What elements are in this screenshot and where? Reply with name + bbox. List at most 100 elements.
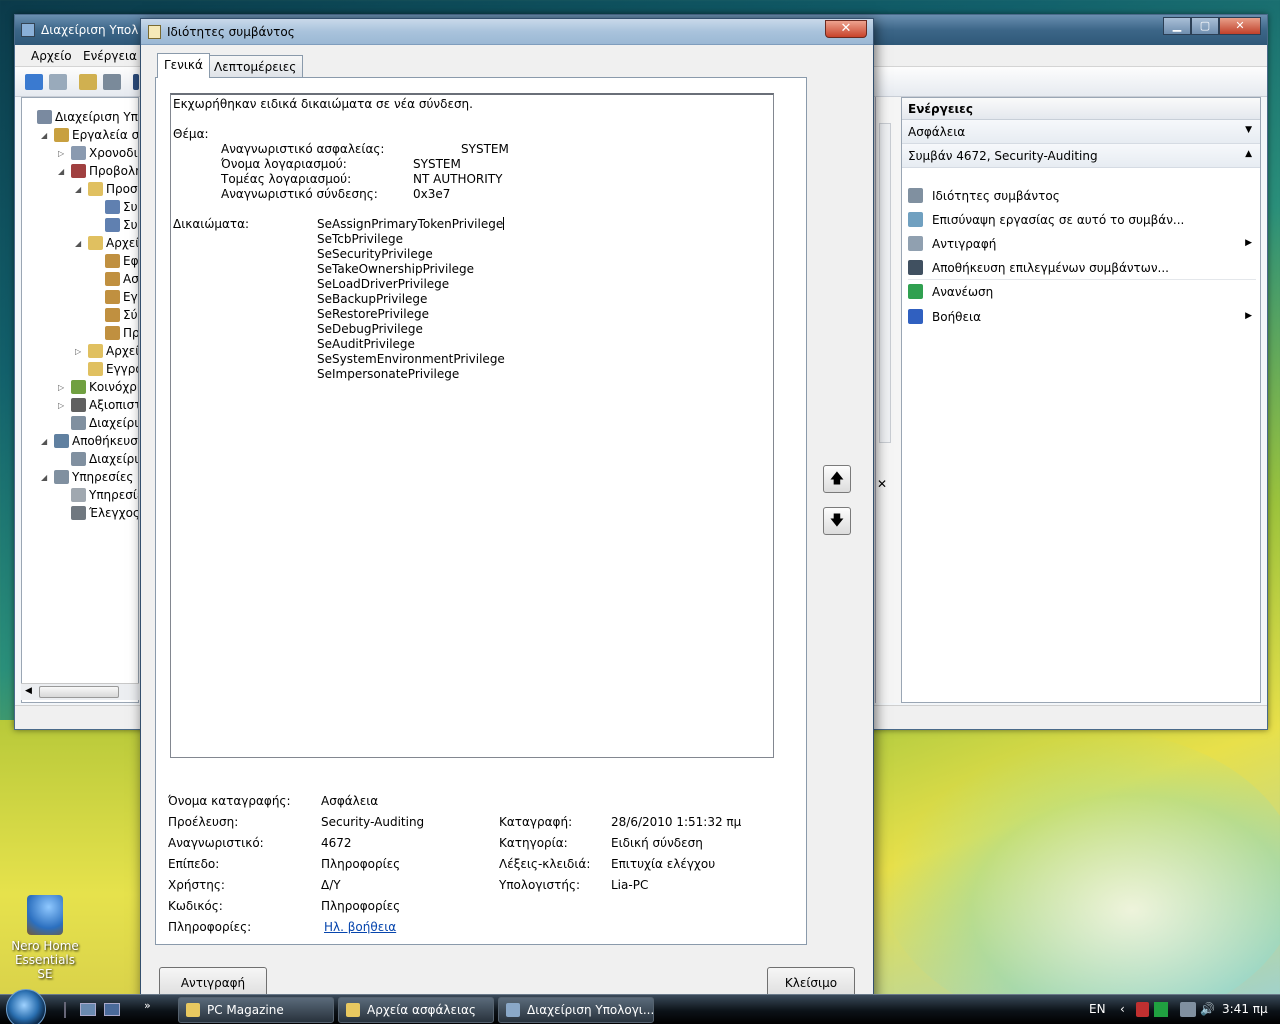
tray-expand-icon[interactable]: ‹	[1120, 995, 1125, 1024]
results-pane-edge: ✕	[875, 97, 901, 703]
tree-item[interactable]: Σύ	[92, 306, 138, 324]
tree-item[interactable]: Εγγρα	[75, 360, 138, 378]
expand-toggle-icon[interactable]: ◢	[41, 131, 51, 140]
tree-item[interactable]: ▷ Αρχεία	[75, 342, 138, 360]
expand-toggle-icon[interactable]: ◢	[41, 437, 51, 446]
source-label: Προέλευση:	[168, 815, 239, 829]
action-item[interactable]: Επισύναψη εργασίας σε αυτό το συμβάν...	[902, 208, 1260, 232]
taskbar-button[interactable]: Αρχεία ασφάλειας	[338, 997, 494, 1023]
user-value: Δ/Υ	[321, 878, 341, 892]
switch-windows-icon[interactable]	[104, 1003, 120, 1016]
tree-item[interactable]: ◢ Υπηρεσίες κα	[41, 468, 138, 486]
collapse-up-icon[interactable]: ▲	[1245, 149, 1252, 159]
collapse-down-icon[interactable]: ▼	[1245, 125, 1252, 135]
actions-section-security[interactable]: Ασφάλεια ▼	[902, 120, 1260, 144]
toolbar-icon[interactable]	[133, 74, 139, 90]
up-folder-icon[interactable]	[79, 74, 97, 90]
tree-node-icon	[88, 344, 103, 358]
tree-node-icon	[71, 380, 86, 394]
forward-icon[interactable]	[49, 74, 67, 90]
security-shield-icon[interactable]	[1136, 1002, 1149, 1017]
tree-item[interactable]: Διαχείριση Υπολ	[24, 108, 138, 126]
tab-general[interactable]: Γενικά	[157, 53, 210, 78]
tree-item[interactable]: Έλεγχος ο	[58, 504, 138, 522]
taskbar-button[interactable]: PC Magazine	[178, 997, 334, 1023]
back-icon[interactable]	[25, 74, 43, 90]
show-hide-tree-icon[interactable]	[103, 74, 121, 90]
tree-item[interactable]: Εγ	[92, 288, 138, 306]
expand-toggle-icon[interactable]: ◢	[41, 473, 51, 482]
tray-app-icon[interactable]	[1154, 1002, 1168, 1017]
start-button[interactable]	[6, 989, 46, 1024]
tab-details[interactable]: Λεπτομέρειες	[207, 55, 304, 77]
quicklaunch-overflow-icon[interactable]: »	[144, 999, 151, 1012]
next-event-button[interactable]: 🡇	[823, 507, 851, 535]
level-value: Πληροφορίες	[321, 857, 401, 871]
category-label: Κατηγορία:	[499, 836, 568, 850]
expand-toggle-icon[interactable]: ◢	[75, 239, 85, 248]
tree-item-label: Χρονοδιά	[89, 146, 138, 160]
volume-icon[interactable]: 🔊	[1200, 995, 1215, 1024]
action-item[interactable]: Βοήθεια ▶	[902, 305, 1260, 329]
computer-management-icon	[506, 1003, 520, 1017]
tree-item[interactable]: ◢ Αρχεία	[75, 234, 138, 252]
tree-item[interactable]: ◢ Προσα	[75, 180, 138, 198]
close-icon[interactable]: ✕	[1219, 17, 1261, 35]
network-icon[interactable]	[1180, 1002, 1196, 1017]
action-item[interactable]: Αποθήκευση επιλεγμένων συμβάντων...	[902, 256, 1260, 280]
desktop-icon-nero[interactable]: Nero Home Essentials SE	[10, 895, 80, 981]
close-pane-icon[interactable]: ✕	[877, 477, 887, 491]
previous-event-button[interactable]: 🡅	[823, 465, 851, 493]
expand-toggle-icon[interactable]: ▷	[58, 401, 68, 410]
source-value: Security-Auditing	[321, 815, 425, 829]
tree-item[interactable]: ▷ Αξιοπιστ	[58, 396, 138, 414]
scroll-thumb[interactable]	[39, 686, 119, 698]
expand-toggle-icon[interactable]: ▷	[58, 383, 68, 392]
mmc-title: Διαχείριση Υπολ	[41, 23, 139, 37]
tree-node-icon	[105, 200, 120, 214]
taskbar-button[interactable]: Διαχείριση Υπολογι...	[498, 997, 654, 1023]
tree-item[interactable]: Υπηρεσίε	[58, 486, 138, 504]
tree-item[interactable]: Συ	[92, 216, 138, 234]
submenu-arrow-icon: ▶	[1245, 238, 1252, 248]
action-item[interactable]: Ιδιότητες συμβάντος	[902, 184, 1260, 208]
actions-pane: Ενέργειες Ασφάλεια ▼ Συμβάν 4672, Securi…	[901, 97, 1261, 703]
expand-toggle-icon[interactable]: ◢	[58, 167, 68, 176]
expand-toggle-icon[interactable]: ◢	[75, 185, 85, 194]
tree-item[interactable]: Εφ	[92, 252, 138, 270]
event-description-box[interactable]: Εκχωρήθηκαν ειδικά δικαιώματα σε νέα σύν…	[170, 93, 774, 758]
tree-horizontal-scrollbar[interactable]: ◀	[21, 683, 139, 700]
tree-item[interactable]: Συ	[92, 198, 138, 216]
actions-section-event[interactable]: Συμβάν 4672, Security-Auditing ▲	[902, 144, 1260, 168]
tree-item[interactable]: Διαχείρισ	[58, 414, 138, 432]
expand-toggle-icon[interactable]: ▷	[75, 347, 85, 356]
language-indicator[interactable]: EN	[1089, 995, 1106, 1024]
tree-item[interactable]: ◢ Προβολή	[58, 162, 138, 180]
privilege-item: SeTcbPrivilege	[317, 232, 403, 246]
menu-file[interactable]: Αρχείο	[31, 49, 72, 63]
tree-item[interactable]: ◢ Αποθήκευση	[41, 432, 138, 450]
privilege-name: SeBackupPrivilege	[317, 292, 428, 306]
show-desktop-icon[interactable]	[80, 1003, 96, 1016]
tree-item[interactable]: Διαχείρισ	[58, 450, 138, 468]
tree-item[interactable]: ▷ Χρονοδιά	[58, 144, 138, 162]
dialog-title-bar[interactable]: Ιδιότητες συμβάντος ✕	[141, 19, 873, 45]
vertical-scrollbar[interactable]	[879, 123, 891, 443]
action-item[interactable]: Αντιγραφή ▶	[902, 232, 1260, 256]
tree-node-icon	[105, 218, 120, 232]
close-icon[interactable]: ✕	[825, 20, 867, 38]
action-item[interactable]: Ανανέωση	[902, 280, 1260, 304]
minimize-icon[interactable]: ▁	[1163, 17, 1191, 35]
menu-action[interactable]: Ενέργεια	[83, 49, 137, 63]
tree-item[interactable]: Πρ	[92, 324, 138, 342]
maximize-icon[interactable]: ▢	[1191, 17, 1219, 35]
online-help-link[interactable]: Ηλ. βοήθεια	[324, 920, 396, 934]
scroll-left-icon[interactable]: ◀	[25, 686, 32, 696]
tree-item[interactable]: ▷ Κοινόχρη	[58, 378, 138, 396]
nero-home-icon	[27, 895, 63, 935]
tree-item[interactable]: ◢ Εργαλεία συσ	[41, 126, 138, 144]
expand-toggle-icon[interactable]: ▷	[58, 149, 68, 158]
privilege-name: SeAssignPrimaryTokenPrivilege	[317, 217, 504, 231]
clock[interactable]: 3:41 πμ	[1222, 995, 1268, 1024]
tree-item[interactable]: Ασ	[92, 270, 138, 288]
